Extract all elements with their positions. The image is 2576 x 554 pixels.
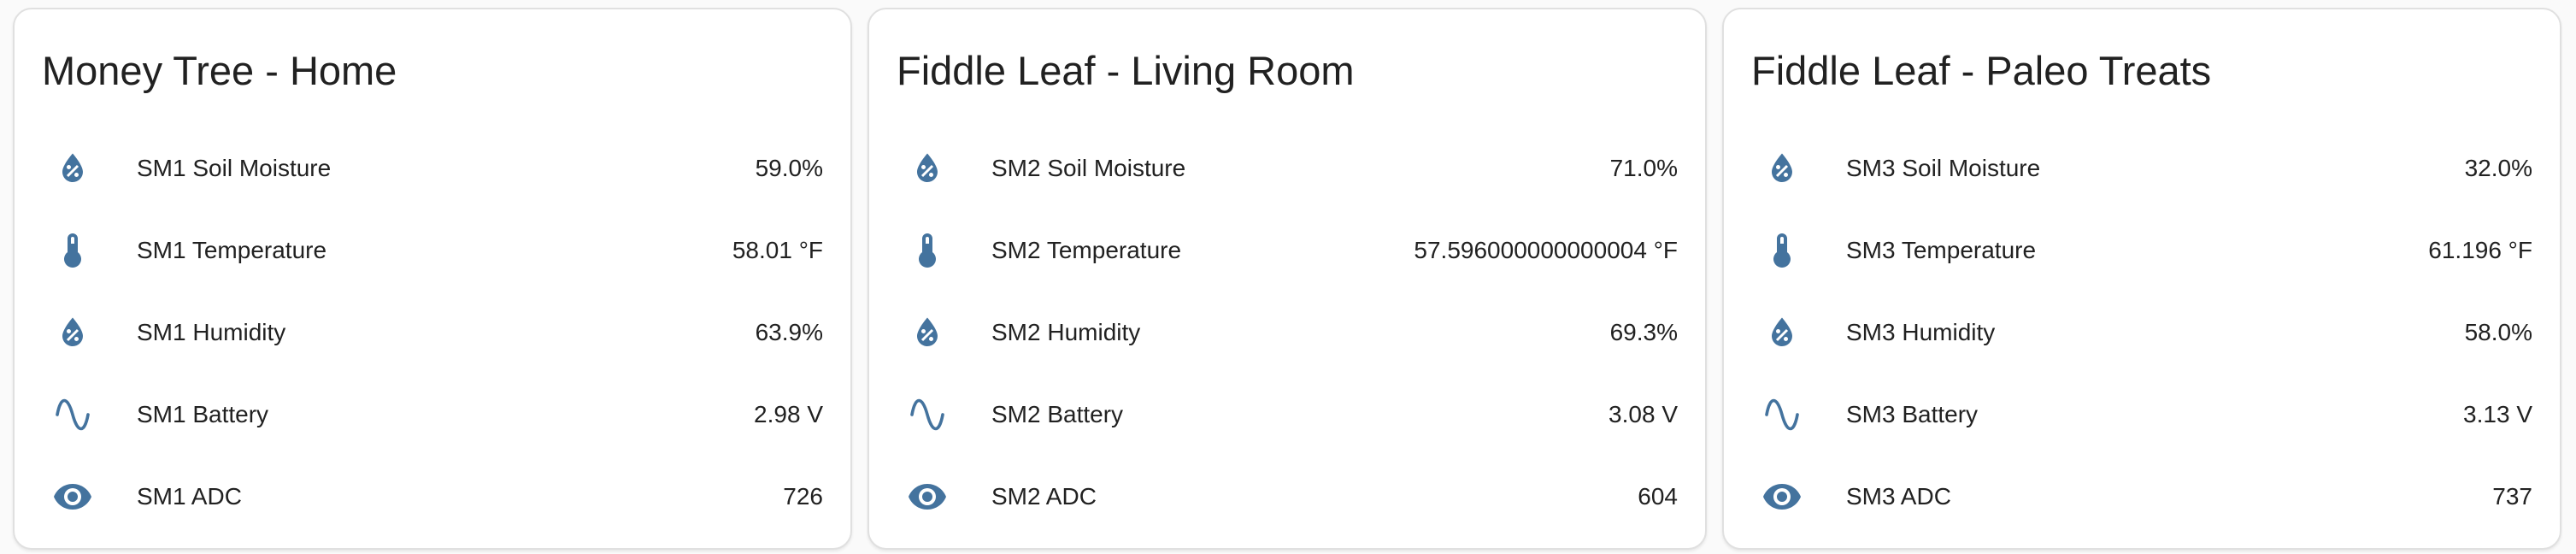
water-percent-icon xyxy=(1761,312,1803,353)
water-percent-icon xyxy=(907,312,948,353)
entity-row-soil-moisture[interactable]: SM3 Soil Moisture 32.0% xyxy=(1724,127,2560,209)
entity-value: 3.13 V xyxy=(2463,401,2532,427)
entity-label: SM1 Temperature xyxy=(137,237,327,263)
entity-row-soil-moisture[interactable]: SM2 Soil Moisture 71.0% xyxy=(869,127,1705,209)
entity-row-humidity[interactable]: SM2 Humidity 69.3% xyxy=(869,292,1705,374)
entity-row-battery[interactable]: SM3 Battery 3.13 V xyxy=(1724,374,2560,456)
entity-label: SM1 Soil Moisture xyxy=(137,155,332,181)
entity-value: 3.08 V xyxy=(1609,401,1678,427)
thermometer-icon xyxy=(52,230,93,271)
entities-card-fiddle-leaf-living-room: Fiddle Leaf - Living Room SM2 Soil Moist… xyxy=(867,8,1707,550)
entity-value: 2.98 V xyxy=(754,401,823,427)
entity-label: SM3 Soil Moisture xyxy=(1846,155,2041,181)
entity-value: 726 xyxy=(783,483,823,510)
entity-row-temperature[interactable]: SM1 Temperature 58.01 °F xyxy=(15,209,850,292)
entity-value: 59.0% xyxy=(755,155,823,181)
water-percent-icon xyxy=(52,312,93,353)
entity-value: 58.0% xyxy=(2464,319,2532,345)
entity-label: SM1 Humidity xyxy=(137,319,286,345)
entity-value: 63.9% xyxy=(755,319,823,345)
entity-label: SM1 ADC xyxy=(137,483,242,510)
card-title: Fiddle Leaf - Living Room xyxy=(897,48,1355,93)
thermometer-icon xyxy=(1761,230,1803,271)
water-percent-icon xyxy=(52,148,93,189)
entity-label: SM2 ADC xyxy=(991,483,1097,510)
entity-value: 69.3% xyxy=(1609,319,1678,345)
thermometer-icon xyxy=(907,230,948,271)
entity-label: SM1 Battery xyxy=(137,401,269,427)
entity-value: 58.01 °F xyxy=(732,237,823,263)
eye-icon xyxy=(52,476,93,517)
entity-label: SM3 ADC xyxy=(1846,483,1951,510)
dashboard: Money Tree - Home SM1 Soil Moisture 59.0… xyxy=(0,0,2576,554)
entity-label: SM2 Soil Moisture xyxy=(991,155,1186,181)
water-percent-icon xyxy=(1761,148,1803,189)
entity-label: SM3 Temperature xyxy=(1846,237,2037,263)
entity-label: SM3 Humidity xyxy=(1846,319,1996,345)
entity-value: 61.196 °F xyxy=(2428,237,2532,263)
entities-card-fiddle-leaf-paleo-treats: Fiddle Leaf - Paleo Treats SM3 Soil Mois… xyxy=(1722,8,2561,550)
entity-value: 71.0% xyxy=(1609,155,1678,181)
entity-row-humidity[interactable]: SM1 Humidity 63.9% xyxy=(15,292,850,374)
entity-row-battery[interactable]: SM1 Battery 2.98 V xyxy=(15,374,850,456)
entity-label: SM3 Battery xyxy=(1846,401,1979,427)
entity-row-battery[interactable]: SM2 Battery 3.08 V xyxy=(869,374,1705,456)
entity-row-humidity[interactable]: SM3 Humidity 58.0% xyxy=(1724,292,2560,374)
entity-row-temperature[interactable]: SM3 Temperature 61.196 °F xyxy=(1724,209,2560,292)
entity-row-temperature[interactable]: SM2 Temperature 57.596000000000004 °F xyxy=(869,209,1705,292)
entity-label: SM2 Battery xyxy=(991,401,1124,427)
entity-label: SM2 Humidity xyxy=(991,319,1141,345)
card-title: Money Tree - Home xyxy=(42,48,397,93)
sine-wave-icon xyxy=(907,394,948,435)
eye-icon xyxy=(907,476,948,517)
eye-icon xyxy=(1761,476,1803,517)
card-title: Fiddle Leaf - Paleo Treats xyxy=(1751,48,2212,93)
water-percent-icon xyxy=(907,148,948,189)
entity-row-adc[interactable]: SM2 ADC 604 xyxy=(869,456,1705,538)
entity-row-adc[interactable]: SM3 ADC 737 xyxy=(1724,456,2560,538)
entity-value: 604 xyxy=(1638,483,1678,510)
entity-value: 32.0% xyxy=(2464,155,2532,181)
entity-label: SM2 Temperature xyxy=(991,237,1182,263)
entity-value: 737 xyxy=(2492,483,2532,510)
entity-value: 57.596000000000004 °F xyxy=(1414,237,1678,263)
sine-wave-icon xyxy=(1761,394,1803,435)
entity-row-soil-moisture[interactable]: SM1 Soil Moisture 59.0% xyxy=(15,127,850,209)
entities-card-money-tree: Money Tree - Home SM1 Soil Moisture 59.0… xyxy=(13,8,852,550)
sine-wave-icon xyxy=(52,394,93,435)
entity-row-adc[interactable]: SM1 ADC 726 xyxy=(15,456,850,538)
